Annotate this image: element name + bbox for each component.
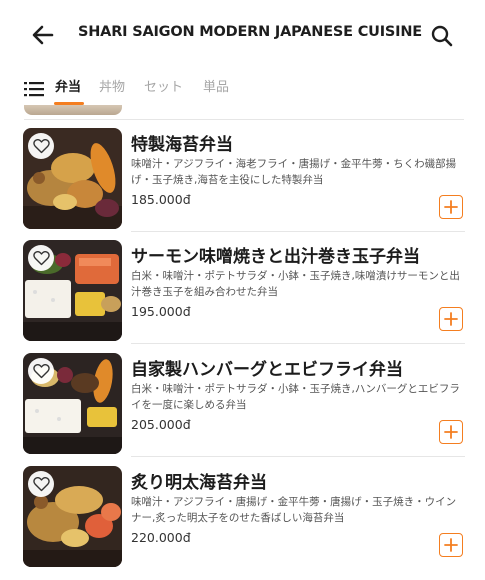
plus-icon xyxy=(444,538,458,552)
menu-item[interactable]: 炙り明太海苔弁当 味噌汁・アジフライ・唐揚げ・金平牛蒡・唐揚げ・玉子焼き・ウイン… xyxy=(0,466,485,572)
favorite-button[interactable] xyxy=(28,358,54,384)
add-to-cart-button[interactable] xyxy=(439,420,463,444)
heart-icon xyxy=(32,364,50,379)
search-icon xyxy=(431,25,453,47)
favorite-button[interactable] xyxy=(28,133,54,159)
restaurant-title: SHARI SAIGON MODERN JAPANESE CUISINE xyxy=(78,24,422,40)
tab-bento[interactable]: 弁当 xyxy=(55,76,81,95)
add-to-cart-button[interactable] xyxy=(439,533,463,557)
item-price: 205.000đ xyxy=(131,417,191,432)
add-to-cart-button[interactable] xyxy=(439,195,463,219)
divider xyxy=(131,231,465,232)
item-description: 味噌汁・アジフライ・海老フライ・唐揚げ・金平牛蒡・ちくわ磯部揚げ・玉子焼き,海苔… xyxy=(131,158,457,186)
plus-icon xyxy=(444,425,458,439)
menu-item[interactable]: サーモン味噌焼きと出汁巻き玉子弁当 白米・味噌汁・ポテトサラダ・小鉢・玉子焼き,… xyxy=(0,240,485,346)
tab-set[interactable]: セット xyxy=(144,76,183,95)
app-header: SHARI SAIGON MODERN JAPANESE CUISINE xyxy=(0,0,485,68)
add-to-cart-button[interactable] xyxy=(439,307,463,331)
item-price: 185.000đ xyxy=(131,192,191,207)
heart-icon xyxy=(32,139,50,154)
item-name: 自家製ハンバーグとエビフライ弁当 xyxy=(131,360,403,380)
item-description: 白米・味噌汁・ポテトサラダ・小鉢・玉子焼き,味噌漬けサーモンと出汁巻き玉子を組み… xyxy=(131,270,460,298)
heart-icon xyxy=(32,251,50,266)
food-image xyxy=(23,128,122,229)
divider xyxy=(131,343,465,344)
item-name: 特製海苔弁当 xyxy=(131,135,233,155)
food-image xyxy=(23,240,122,341)
favorite-button[interactable] xyxy=(28,245,54,271)
plus-icon xyxy=(444,312,458,326)
food-image xyxy=(23,353,122,454)
search-button[interactable] xyxy=(430,24,454,48)
tab-donburi[interactable]: 丼物 xyxy=(99,76,125,95)
category-menu-button[interactable] xyxy=(24,81,44,97)
arrow-left-icon xyxy=(32,25,54,45)
item-price: 220.000đ xyxy=(131,530,191,545)
category-tabs: 弁当 丼物 セット 単品 xyxy=(0,70,485,104)
back-button[interactable] xyxy=(30,22,56,48)
tab-single-item[interactable]: 単品 xyxy=(203,76,229,95)
menu-item[interactable]: 自家製ハンバーグとエビフライ弁当 白米・味噌汁・ポテトサラダ・小鉢・玉子焼き,ハ… xyxy=(0,353,485,459)
item-description: 白米・味噌汁・ポテトサラダ・小鉢・玉子焼き,ハンバーグとエビフライを一度に楽しめ… xyxy=(131,383,460,411)
divider xyxy=(24,119,464,120)
item-name: 炙り明太海苔弁当 xyxy=(131,473,267,493)
item-name: サーモン味噌焼きと出汁巻き玉子弁当 xyxy=(131,247,420,267)
heart-icon xyxy=(32,477,50,492)
divider xyxy=(131,456,465,457)
item-description: 味噌汁・アジフライ・唐揚げ・金平牛蒡・唐揚げ・玉子焼き・ウインナー,炙った明太子… xyxy=(131,496,457,524)
item-price: 195.000đ xyxy=(131,304,191,319)
favorite-button[interactable] xyxy=(28,471,54,497)
food-image xyxy=(23,466,122,567)
plus-icon xyxy=(444,200,458,214)
menu-item[interactable]: 特製海苔弁当 味噌汁・アジフライ・海老フライ・唐揚げ・金平牛蒡・ちくわ磯部揚げ・… xyxy=(0,128,485,234)
list-menu-icon xyxy=(24,82,44,97)
previous-item-image xyxy=(24,105,122,115)
